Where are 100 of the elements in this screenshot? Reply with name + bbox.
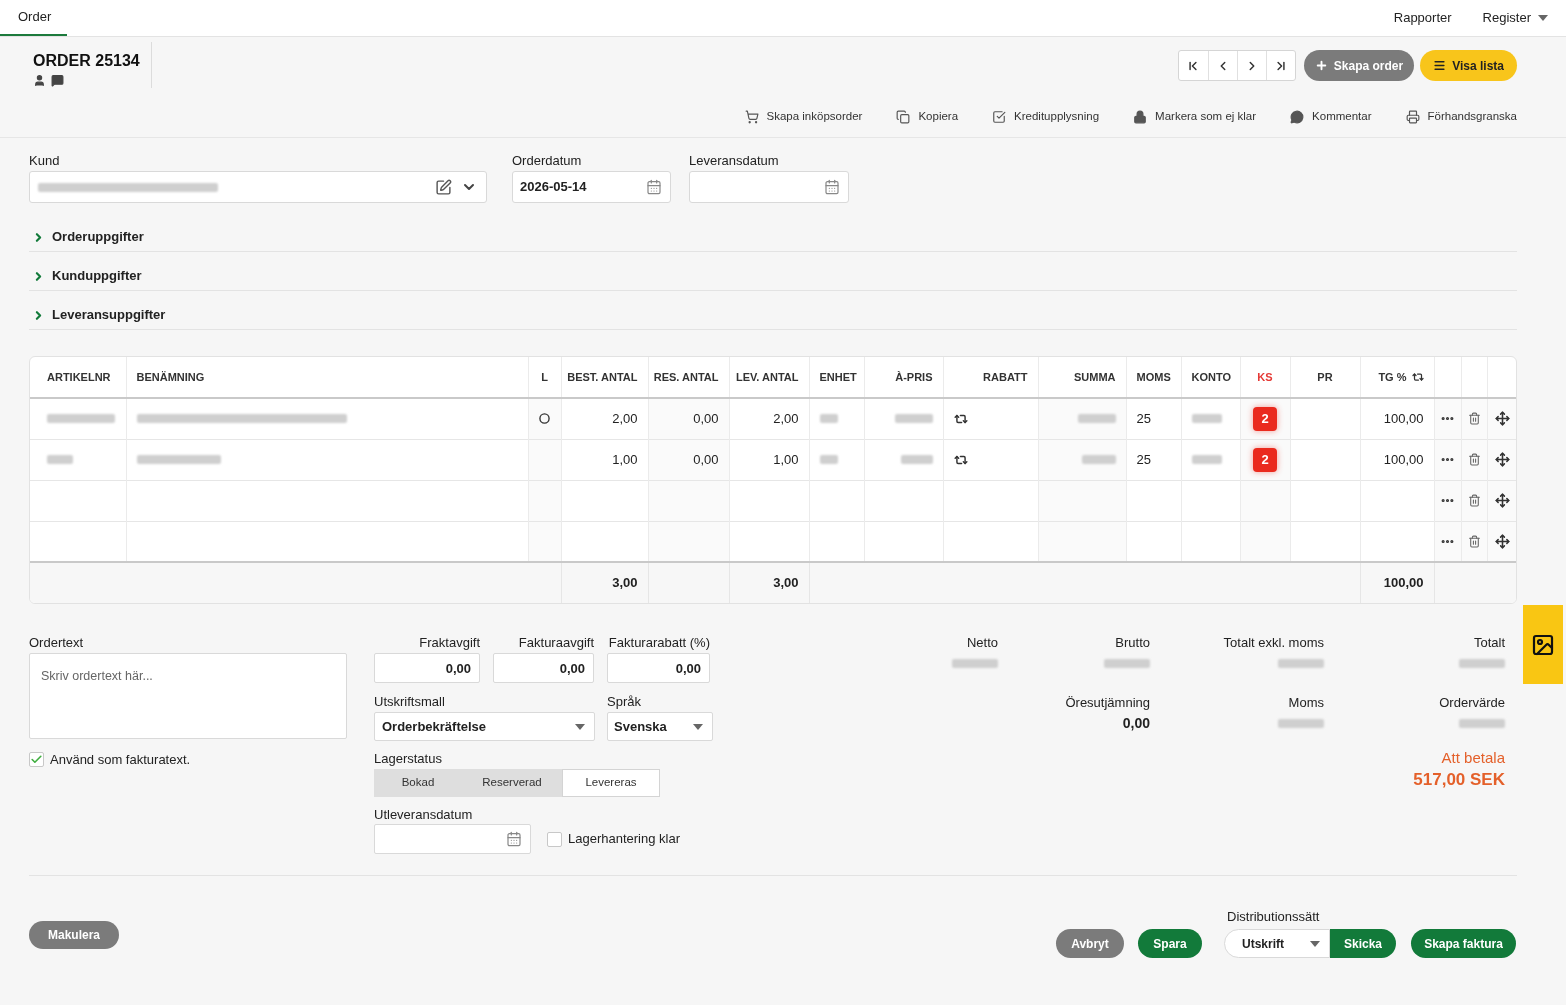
table-cell-text: 25 (1136, 450, 1151, 469)
footer-button[interactable]: Avbryt (1056, 929, 1124, 958)
fee-input[interactable]: 0,00 (374, 653, 480, 683)
column-header: RABATT (983, 369, 1028, 385)
person-icon[interactable] (33, 74, 46, 87)
cart-icon (744, 109, 759, 124)
field-label: Utleveransdatum (374, 807, 474, 822)
checkbox-label: Lagerhantering klar (568, 830, 681, 849)
column-header: ENHET (819, 369, 857, 385)
field-label: Fakturaavgift (518, 635, 594, 650)
column-header: PR (1317, 369, 1333, 385)
table-cell-text: 0,00 (693, 410, 719, 428)
trash-icon[interactable] (1467, 453, 1481, 466)
column-header: RES. ANTAL (653, 369, 719, 385)
table-cell-text: 25 (1136, 410, 1151, 428)
blurred-text (47, 414, 115, 424)
nav-tab[interactable]: Order (0, 0, 68, 36)
move-icon[interactable] (1494, 411, 1510, 427)
printer-icon (1405, 109, 1420, 124)
column-header: À-PRIS (895, 369, 933, 385)
field-label: Lagerstatus (374, 751, 443, 766)
blurred-text (1278, 718, 1324, 728)
fee-input[interactable]: 0,00 (607, 653, 710, 683)
circle-icon (539, 413, 550, 425)
gallery-tab[interactable] (1523, 605, 1563, 684)
status-segment[interactable]: Reserverad (462, 769, 562, 797)
delivery-date-field[interactable] (689, 171, 849, 203)
status-segment[interactable]: Levereras (562, 769, 660, 797)
checkbox[interactable] (29, 752, 44, 768)
order-date-field[interactable]: 2026-05-14 (512, 171, 671, 203)
count-badge: 2 (1253, 406, 1277, 431)
void-button[interactable]: Makulera (29, 921, 119, 949)
speech-bubble-icon[interactable] (51, 74, 64, 87)
copy-icon (896, 109, 911, 124)
blurred-text (1104, 658, 1150, 668)
column-header: MOMS (1136, 369, 1171, 385)
move-icon[interactable] (1494, 533, 1510, 549)
table-cell-text: 1,00 (612, 450, 638, 469)
section-toggle[interactable]: Kunduppgifter (29, 252, 1517, 291)
checkbox-icon (992, 109, 1007, 124)
lock-icon (1133, 109, 1148, 124)
column-header: BEST. ANTAL (567, 369, 638, 385)
fee-input[interactable]: 0,00 (493, 653, 594, 683)
amount-due-value: 517,00 SEK (1413, 770, 1505, 789)
checkbox-label: Använd som fakturatext. (50, 751, 191, 769)
trash-icon[interactable] (1467, 494, 1481, 507)
header-button[interactable]: Skapa order (1303, 50, 1415, 81)
swap-icon[interactable] (1411, 371, 1424, 383)
blurred-text (952, 658, 998, 668)
column-header: KS (1257, 369, 1273, 385)
date-field[interactable] (374, 824, 531, 854)
caret-icon (575, 723, 585, 730)
caret-icon (693, 723, 703, 730)
nav-menu[interactable]: Register (1482, 8, 1548, 28)
customer-field[interactable] (29, 171, 487, 203)
blurred-text (1278, 658, 1324, 668)
field-label: Språk (607, 694, 642, 709)
field-label: Utskriftsmall (374, 694, 446, 709)
toolbar-button[interactable]: Markera som ej klar (1133, 108, 1257, 126)
calendar-icon[interactable] (506, 831, 522, 847)
toolbar-button[interactable]: Skapa inköpsorder (744, 108, 863, 126)
blurred-text (900, 455, 933, 464)
edit-icon[interactable] (435, 178, 452, 196)
create-invoice-button[interactable]: Skapa faktura (1411, 929, 1516, 958)
distribution-select[interactable]: Utskrift (1224, 929, 1330, 958)
toolbar-button[interactable]: Kopiera (896, 108, 959, 126)
total-label: Totalt (1473, 635, 1505, 650)
order-text-field[interactable]: Skriv ordertext här... (29, 653, 347, 739)
total-label: Brutto (1115, 635, 1150, 650)
blurred-text (1081, 455, 1116, 464)
move-icon[interactable] (1494, 452, 1510, 467)
column-header: BENÄMNING (136, 369, 205, 385)
total-label: Netto (966, 635, 998, 650)
trash-icon[interactable] (1467, 534, 1481, 548)
field-label: Ordertext (29, 635, 85, 650)
calendar-icon[interactable] (646, 179, 662, 195)
field-label: Orderdatum (512, 153, 583, 168)
calendar-icon[interactable] (824, 179, 840, 195)
move-icon[interactable] (1494, 493, 1510, 508)
nav-link[interactable]: Rapporter (1393, 8, 1452, 28)
blurred-text (1459, 658, 1505, 668)
checkbox[interactable] (547, 831, 562, 847)
header-button[interactable]: Visa lista (1420, 50, 1517, 81)
trash-icon[interactable] (1467, 412, 1481, 426)
toolbar-button[interactable]: Kreditupplysning (992, 108, 1100, 126)
toolbar-button[interactable]: Förhandsgranska (1405, 108, 1517, 126)
toolbar-button[interactable]: Kommentar (1290, 108, 1372, 126)
section-toggle[interactable]: Leveransuppgifter (29, 291, 1517, 330)
template-select[interactable]: Orderbekräftelse (374, 712, 595, 741)
footer-button[interactable]: Spara (1138, 929, 1202, 958)
plus-icon (1314, 59, 1328, 72)
table-cell-text: 1,00 (773, 450, 799, 469)
column-header: LEV. ANTAL (735, 369, 799, 385)
language-select[interactable]: Svenska (607, 712, 713, 741)
status-segment[interactable]: Bokad (374, 769, 462, 797)
section-toggle[interactable]: Orderuppgifter (29, 213, 1517, 252)
send-button[interactable]: Skicka (1330, 929, 1396, 958)
speech-bubble-icon (1290, 109, 1305, 124)
column-header: SUMMA (1073, 369, 1116, 385)
column-total: 3,00 (773, 574, 799, 593)
